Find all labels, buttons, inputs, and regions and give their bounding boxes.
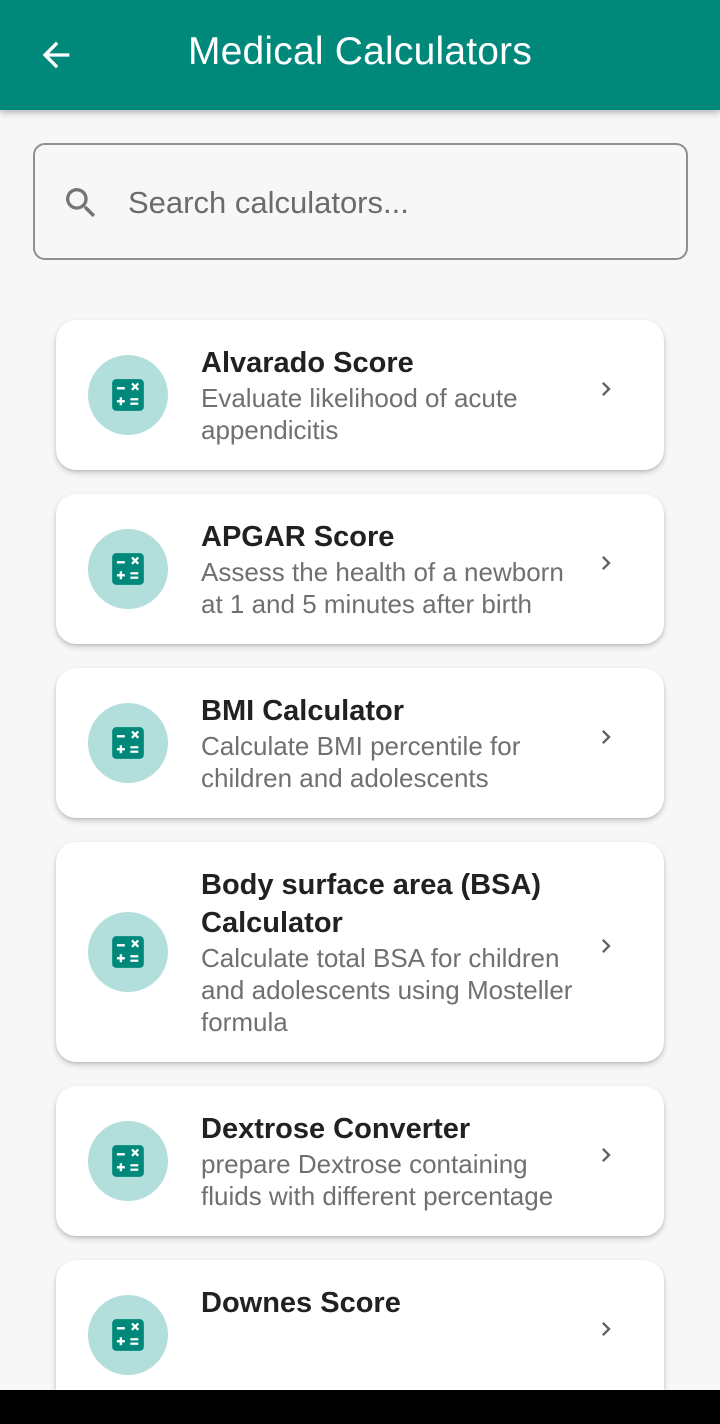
calculator-card[interactable]: BMI Calculator Calculate BMI percentile f… [56,668,664,818]
calculator-title: BMI Calculator [201,695,405,727]
calculator-title: Alvarado Score [201,347,414,379]
app-bar: Medical Calculators [0,0,720,110]
screen: Medical Calculators Alvarado Score Evalua… [0,0,720,1390]
calculator-icon [88,1295,168,1375]
chevron-right-icon [592,1315,620,1343]
calculator-description: prepare Dextrose containing fluids with … [201,1149,554,1211]
chevron-right-icon [592,723,620,751]
calculator-card[interactable]: Alvarado Score Evaluate likelihood of acu… [56,320,664,470]
calculator-description: Calculate total BSA for children and ado… [201,943,573,1037]
search-box[interactable] [33,143,688,260]
calculator-title: APGAR Score [201,521,395,553]
calculator-title: Body surface area (BSA) Calculator [201,869,542,939]
calculator-icon [88,912,168,992]
chevron-right-icon [592,375,620,403]
calculator-list: Alvarado Score Evaluate likelihood of acu… [56,320,664,1390]
search-icon [66,188,96,218]
chevron-right-icon [592,1141,620,1169]
chevron-right-icon [592,932,620,960]
calculator-card[interactable]: APGAR Score Assess the health of a newbor… [56,494,664,644]
page-title: Medical Calculators [187,30,533,73]
calculator-icon [88,703,168,783]
chevron-right-icon [592,549,620,577]
calculator-description: Calculate BMI percentile for children an… [201,731,521,793]
calculator-icon [88,355,168,435]
calculator-title: Downes Score [201,1287,401,1319]
calculator-description: Evaluate likelihood of acute appendiciti… [201,383,518,445]
calculator-card[interactable]: Downes Score [56,1260,664,1390]
calculator-icon [88,1121,168,1201]
calculator-icon [88,529,168,609]
calculator-description: Assess the health of a newborn at 1 and … [201,557,564,619]
calculator-title: Dextrose Converter [201,1113,471,1145]
search-input[interactable] [128,175,648,231]
calculator-card[interactable]: Body surface area (BSA) Calculator Calcul… [56,842,664,1062]
calculator-card[interactable]: Dextrose Converter prepare Dextrose conta… [56,1086,664,1236]
